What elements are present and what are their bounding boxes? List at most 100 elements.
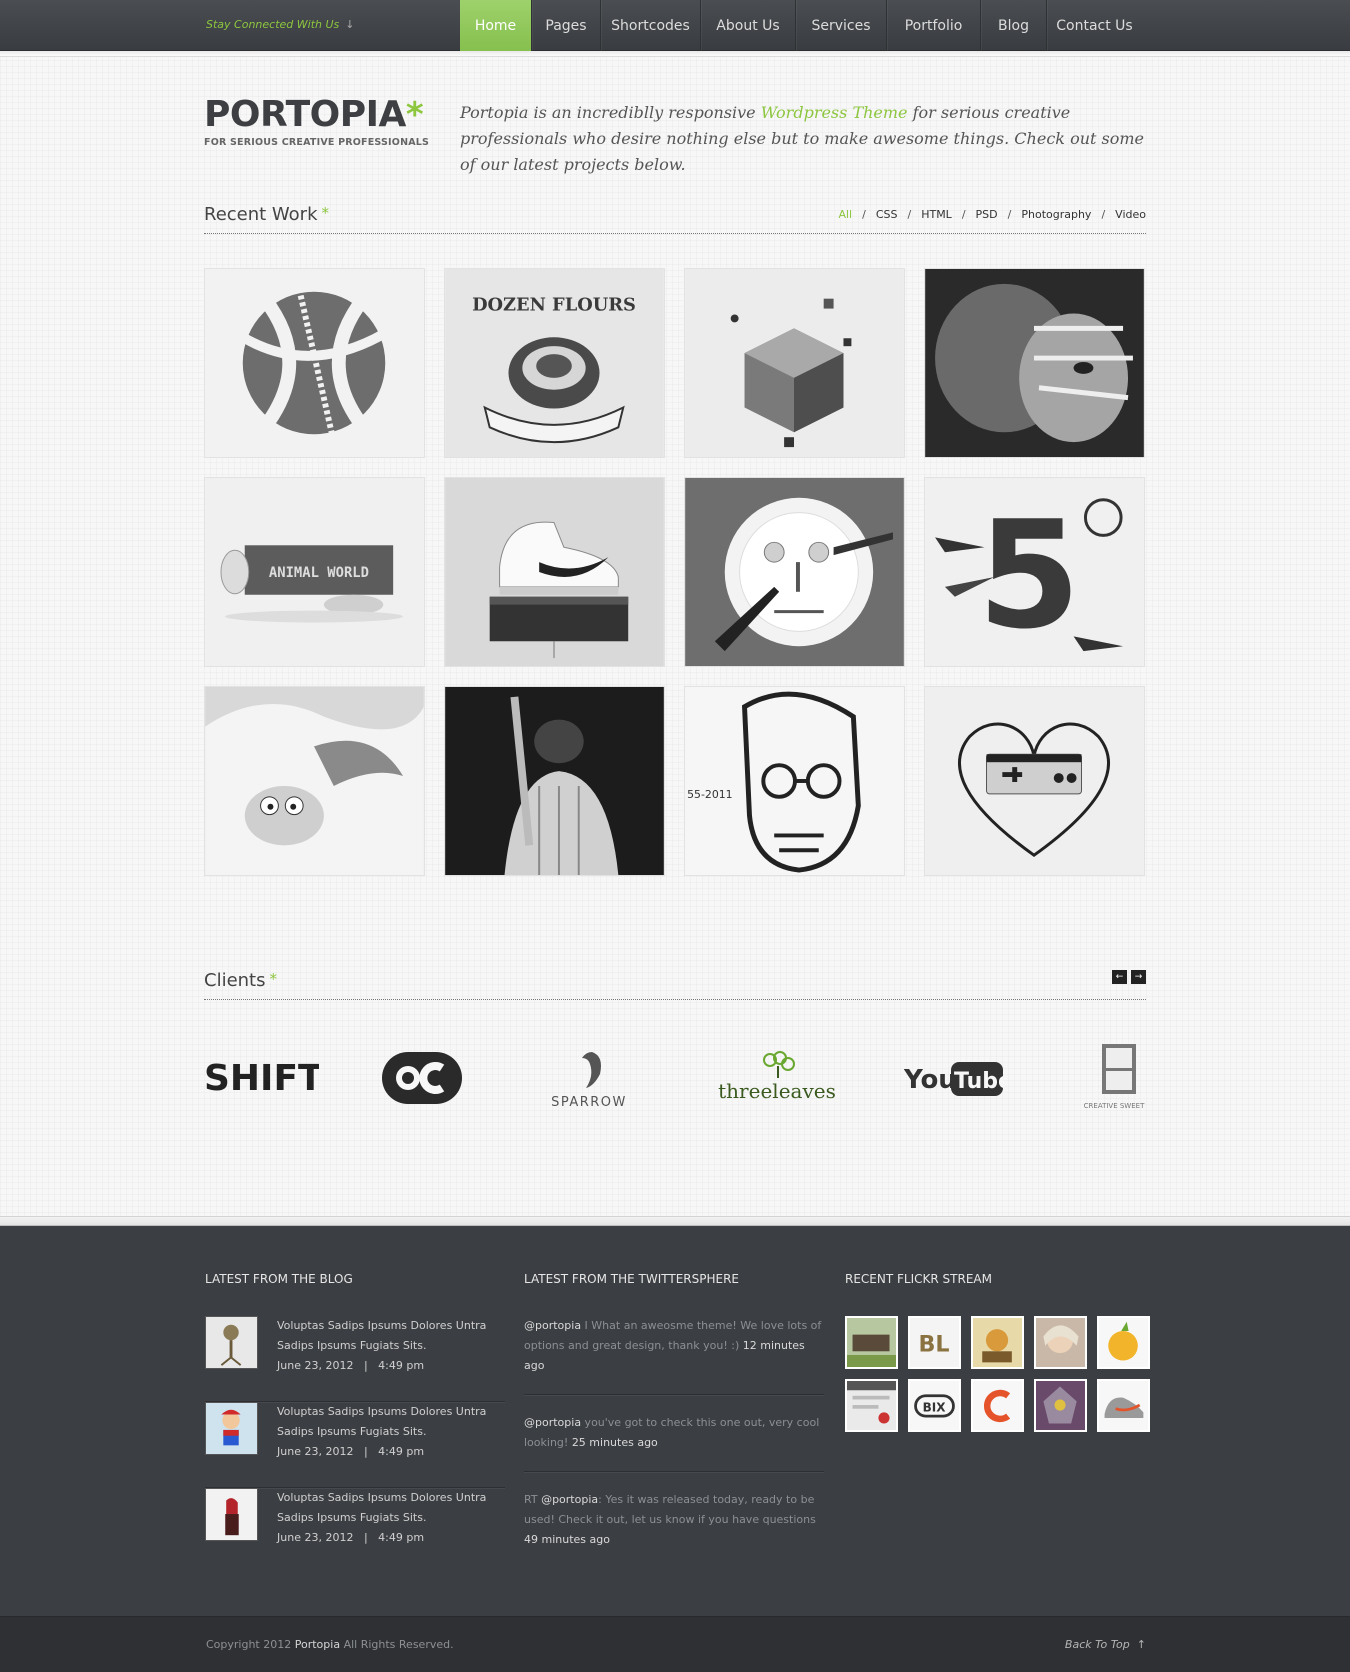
portfolio-item-milk[interactable]	[204, 686, 425, 876]
nav-pages[interactable]: Pages	[531, 0, 600, 51]
client-logo-oc[interactable]: OC	[380, 1040, 464, 1115]
portrait-illustration: 55-2011	[685, 687, 904, 875]
flickr-photo[interactable]	[971, 1316, 1024, 1369]
flickr-illustration	[973, 1318, 1022, 1367]
asterisk-icon: *	[405, 95, 424, 135]
blog-post-title[interactable]: Voluptas Sadips Ipsums Dolores Untra Sad…	[277, 1488, 505, 1528]
tweet-item: @portopia I What an aweosme theme! We lo…	[524, 1316, 824, 1395]
client-logo-youtube[interactable]: You Tube	[904, 1040, 1004, 1115]
portfolio-item-cube[interactable]	[684, 268, 905, 458]
flickr-photo[interactable]	[1097, 1379, 1150, 1432]
exploding-cube-artwork	[685, 269, 904, 457]
asterisk-icon: *	[321, 204, 330, 222]
arrow-up-icon: ↑	[1136, 1638, 1146, 1651]
flickr-photo[interactable]	[971, 1379, 1024, 1432]
portfolio-item-animal-world[interactable]: ANIMAL WORLD	[204, 477, 425, 667]
client-logo-threeleaves[interactable]: threeleaves	[718, 1040, 836, 1115]
tweet-time-link[interactable]: 25 minutes ago	[572, 1436, 658, 1449]
filter-css[interactable]: CSS	[876, 208, 898, 221]
copyright-brand-link[interactable]: Portopia	[295, 1638, 340, 1651]
top-bar: Stay Connected With Us ↓ Home Pages Shortco…	[0, 0, 1350, 57]
clients-next-button[interactable]: →	[1131, 970, 1146, 984]
recent-work-title: Recent Work	[204, 204, 318, 225]
blog-post-title[interactable]: Voluptas Sadips Ipsums Dolores Untra Sad…	[277, 1402, 505, 1442]
filter-photography[interactable]: Photography	[1021, 208, 1091, 221]
tweet-user-link[interactable]: @portopia	[524, 1416, 581, 1429]
blog-post-thumbnail[interactable]	[205, 1488, 258, 1541]
filter-video[interactable]: Video	[1115, 208, 1146, 221]
flickr-photo[interactable]	[845, 1316, 898, 1369]
svg-text:BIX: BIX	[923, 1401, 947, 1415]
blog-post-title[interactable]: Voluptas Sadips Ipsums Dolores Untra Sad…	[277, 1316, 505, 1356]
arrow-down-icon: ↓	[345, 18, 355, 31]
portfolio-item-football[interactable]	[924, 268, 1145, 458]
portfolio-item-dozen-flours[interactable]: DOZEN FLOURS	[444, 268, 665, 458]
animal-world-artwork: ANIMAL WORLD	[205, 478, 424, 666]
blog-post-item[interactable]: Voluptas Sadips Ipsums Dolores Untra Sad…	[205, 1488, 505, 1574]
portfolio-grid: DOZEN FLOURS ANIMAL WORLD 5 55-2011	[204, 268, 1145, 876]
client-logo-creative-sweet[interactable]: CREATIVE SWEET	[1082, 1040, 1146, 1115]
tweet-item: RT @portopia: Yes it was released today,…	[524, 1490, 824, 1568]
portfolio-item-baseball[interactable]	[444, 686, 665, 876]
logo-tagline: FOR SERIOUS CREATIVE PROFESSIONALS	[204, 137, 430, 148]
back-to-top-link[interactable]: Back To Top ↑	[1065, 1638, 1146, 1651]
clients-prev-button[interactable]: ←	[1112, 970, 1127, 984]
lipstick-image	[206, 1489, 257, 1540]
flickr-robot	[1036, 1381, 1085, 1430]
portfolio-item-basketball[interactable]	[204, 268, 425, 458]
nav-blog[interactable]: Blog	[980, 0, 1046, 51]
intro-before: Portopia is an incrediblly responsive	[460, 103, 761, 122]
alien-figure-image	[206, 1317, 257, 1368]
baseball-player-artwork	[445, 687, 664, 875]
wordpress-theme-link[interactable]: Wordpress Theme	[761, 103, 908, 122]
flickr-photo[interactable]	[1034, 1316, 1087, 1369]
flickr-animal-world	[847, 1318, 896, 1367]
nav-services[interactable]: Services	[795, 0, 886, 51]
tweet-user-link[interactable]: @portopia	[541, 1493, 598, 1506]
nav-contact-us[interactable]: Contact Us	[1046, 0, 1142, 51]
threeleaves-logo: threeleaves	[718, 1050, 836, 1103]
client-logo-shift[interactable]: SHIFT	[204, 1040, 319, 1115]
filter-html[interactable]: HTML	[921, 208, 952, 221]
stay-connected-label: Stay Connected With Us	[206, 18, 340, 31]
flickr-photo[interactable]	[1097, 1316, 1150, 1369]
flickr-citrus	[1099, 1318, 1148, 1367]
flickr-photo[interactable]	[1034, 1379, 1087, 1432]
blog-post-date: June 23, 2012 | 4:49 pm	[277, 1531, 425, 1544]
blog-post-thumbnail[interactable]	[205, 1402, 258, 1455]
clients-carousel: SHIFT OC SPARROW threeleaves You Tub	[204, 1040, 1146, 1115]
blog-post-date: June 23, 2012 | 4:49 pm	[277, 1445, 425, 1458]
client-logo-sparrow[interactable]: SPARROW	[542, 1040, 637, 1115]
filter-psd[interactable]: PSD	[976, 208, 998, 221]
nav-portfolio[interactable]: Portfolio	[886, 0, 980, 51]
plate-face-photo	[685, 478, 904, 666]
nav-shortcodes[interactable]: Shortcodes	[600, 0, 700, 51]
copyright-text: Copyright 2012 Portopia All Rights Reser…	[206, 1638, 454, 1651]
basketball-artwork	[205, 269, 424, 457]
tweet-user-link[interactable]: @portopia	[524, 1319, 581, 1332]
nav-about-us[interactable]: About Us	[700, 0, 795, 51]
flickr-photo[interactable]: BIX	[908, 1379, 961, 1432]
blog-post-item[interactable]: Voluptas Sadips Ipsums Dolores Untra Sad…	[205, 1402, 505, 1488]
flickr-photo[interactable]	[845, 1379, 898, 1432]
blog-post-item[interactable]: Voluptas Sadips Ipsums Dolores Untra Sad…	[205, 1316, 505, 1402]
portfolio-item-controller[interactable]	[924, 686, 1145, 876]
filter-all[interactable]: All	[838, 208, 852, 221]
portfolio-item-plate-face[interactable]	[684, 477, 905, 667]
nav-label: Portfolio	[904, 17, 963, 34]
blog-column-title: LATEST FROM THE BLOG	[205, 1272, 353, 1286]
flickr-c-logo	[973, 1381, 1022, 1430]
nav-home[interactable]: Home	[460, 0, 531, 51]
sparrow-logo-text: SPARROW	[551, 1095, 627, 1110]
main-nav: Home Pages Shortcodes About Us Services Portf…	[460, 0, 1142, 51]
stay-connected-link[interactable]: Stay Connected With Us ↓	[206, 18, 355, 31]
blog-post-thumbnail[interactable]	[205, 1316, 258, 1369]
tweet-time-link[interactable]: 49 minutes ago	[524, 1533, 610, 1546]
portfolio-item-portrait[interactable]: 55-2011	[684, 686, 905, 876]
flickr-photo[interactable]: BL	[908, 1316, 961, 1369]
portfolio-item-five[interactable]: 5	[924, 477, 1145, 667]
shift-logo-text: SHIFT	[204, 1058, 319, 1099]
portfolio-item-sneaker[interactable]	[444, 477, 665, 667]
site-logo[interactable]: PORTOPIA* FOR SERIOUS CREATIVE PROFESSIO…	[204, 95, 430, 149]
filter-separator: /	[862, 208, 866, 221]
